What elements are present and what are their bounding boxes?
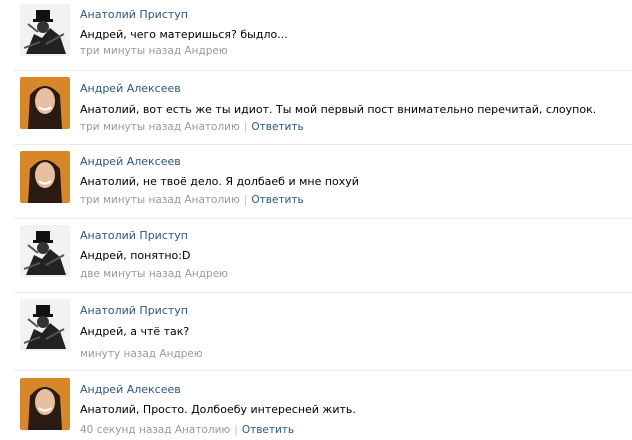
comment-meta: три минуты назад Андрею	[80, 45, 228, 57]
woodcut-man-icon	[20, 299, 70, 351]
comment-author[interactable]: Анатолий Приступ	[80, 8, 188, 21]
comment-author[interactable]: Андрей Алексеев	[80, 155, 181, 168]
comment-author[interactable]: Анатолий Приступ	[80, 304, 188, 317]
comment-time[interactable]: три минуты назад Анатолию	[80, 121, 240, 133]
comment-time[interactable]: три минуты назад Анатолию	[80, 194, 240, 206]
separator: |	[243, 121, 248, 133]
avatar[interactable]	[20, 299, 70, 351]
separator: |	[234, 424, 238, 436]
avatar[interactable]	[20, 378, 70, 430]
comment-meta: минуту назад Андрею	[80, 348, 203, 360]
comment-text: Анатолий, Просто. Долбоебу интересней жи…	[80, 403, 356, 416]
comment-author[interactable]: Андрей Алексеев	[80, 383, 181, 396]
woodcut-man-icon	[20, 225, 70, 277]
comment-meta: 40 секунд назад Анатолию | Ответить	[80, 424, 294, 436]
avatar[interactable]	[20, 151, 70, 203]
comment-text: Андрей, а чтё так?	[80, 325, 190, 338]
comment-text: Анатолий, не твоё дело. Я долбаеб и мне …	[80, 175, 359, 188]
comment-time[interactable]: три минуты назад Андрею	[80, 45, 228, 57]
comment-meta: три минуты назад Анатолию | Ответить	[80, 121, 304, 133]
comment-item: Андрей Алексеев Анатолий, вот есть же ты…	[0, 71, 632, 143]
comment-meta: две минуты назад Андрею	[80, 268, 228, 280]
comment-meta: три минуты назад Анатолию | Ответить	[80, 194, 304, 206]
comment-time[interactable]: минуту назад Андрею	[80, 348, 203, 360]
comment-item: Анатолий Приступ Андрей, понятно:D две м…	[0, 219, 632, 291]
comment-text: Андрей, понятно:D	[80, 249, 191, 262]
comment-author[interactable]: Анатолий Приступ	[80, 229, 188, 242]
comment-author[interactable]: Андрей Алексеев	[80, 82, 181, 95]
comment-item: Андрей Алексеев Анатолий, не твоё дело. …	[0, 145, 632, 217]
comment-item: Анатолий Приступ Андрей, чего материшься…	[0, 0, 632, 70]
comment-time[interactable]: две минуты назад Андрею	[80, 268, 228, 280]
girl-photo-icon	[20, 378, 70, 430]
avatar[interactable]	[20, 4, 70, 56]
girl-photo-icon	[20, 77, 70, 129]
comment-text: Анатолий, вот есть же ты идиот. Ты мой п…	[80, 103, 597, 116]
reply-link[interactable]: Ответить	[251, 121, 303, 133]
comment-time[interactable]: 40 секунд назад Анатолию	[80, 424, 230, 436]
avatar[interactable]	[20, 225, 70, 277]
reply-link[interactable]: Ответить	[251, 194, 303, 206]
comment-text: Андрей, чего материшься? быдло...	[80, 28, 288, 41]
girl-photo-icon	[20, 151, 70, 203]
avatar[interactable]	[20, 77, 70, 129]
reply-link[interactable]: Ответить	[242, 424, 294, 436]
comment-item: Анатолий Приступ Андрей, а чтё так? мину…	[0, 293, 632, 367]
comment-item: Андрей Алексеев Анатолий, Просто. Долбое…	[0, 371, 632, 440]
woodcut-man-icon	[20, 4, 70, 56]
separator: |	[243, 194, 248, 206]
